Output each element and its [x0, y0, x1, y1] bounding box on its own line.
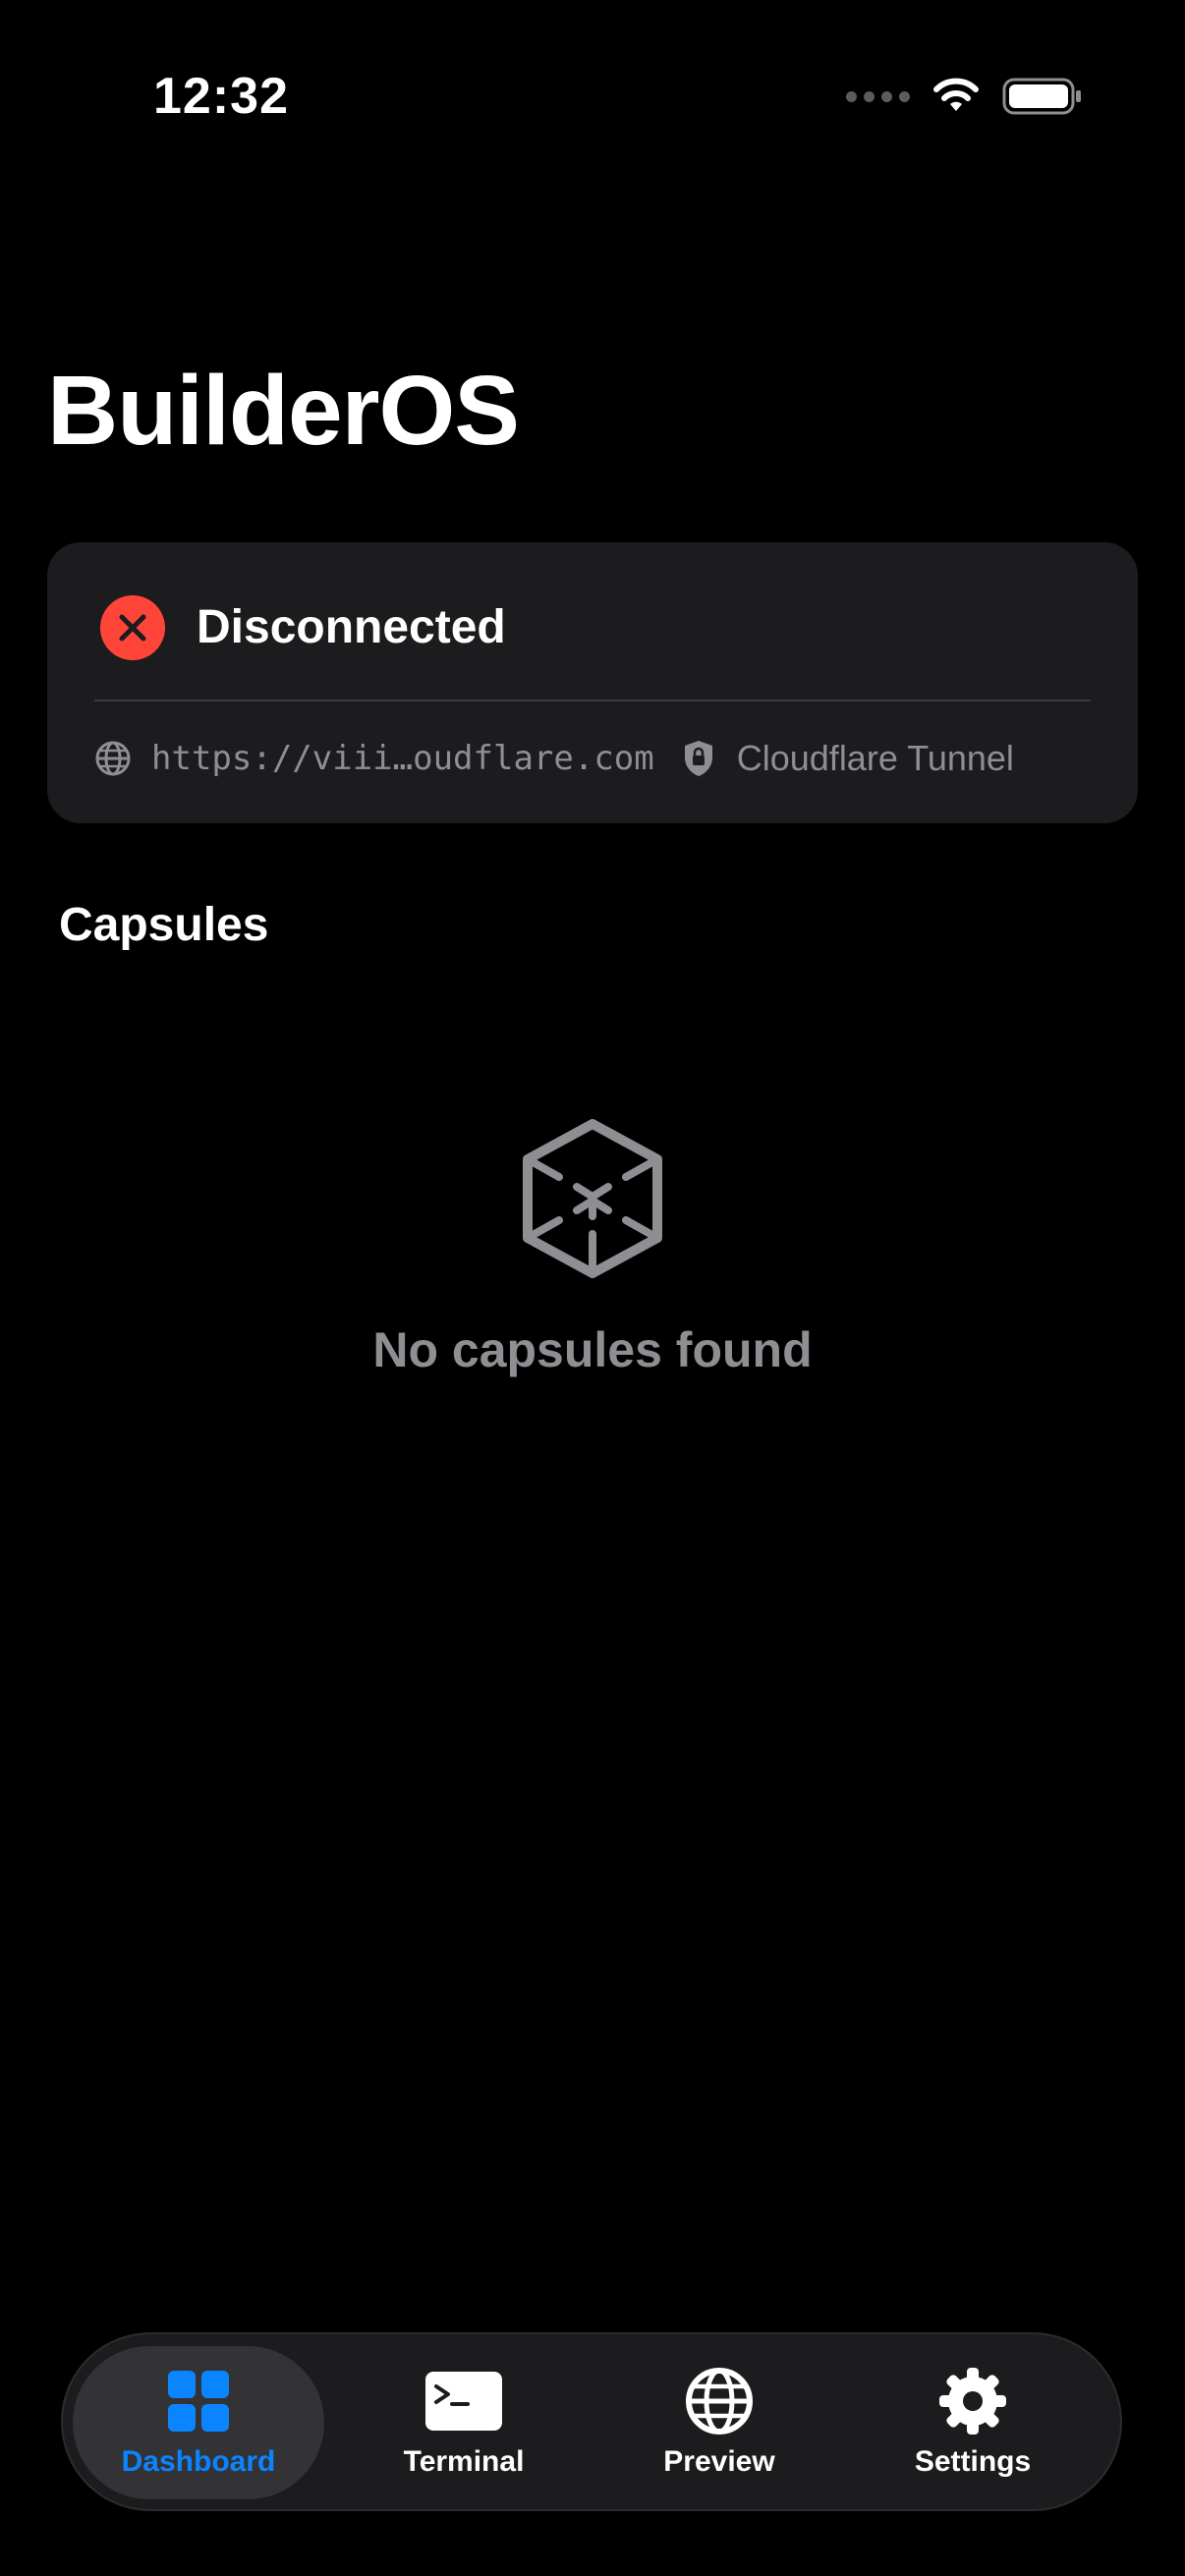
- page-title: BuilderOS: [47, 356, 520, 466]
- tab-label: Dashboard: [121, 2445, 276, 2478]
- cellular-signal-icon: [846, 90, 910, 102]
- status-indicators: [846, 69, 1083, 124]
- tab-bar: Dashboard Terminal Preview Settings: [61, 2332, 1122, 2511]
- tab-terminal[interactable]: Terminal: [338, 2346, 590, 2499]
- lock-shield-icon: [682, 739, 715, 778]
- connection-card[interactable]: Disconnected https://viii…oudflare.com C…: [47, 542, 1138, 823]
- status-bar: 12:32: [0, 0, 1185, 196]
- globe-icon: [685, 2367, 754, 2436]
- empty-box-icon: [520, 1118, 665, 1284]
- server-url: https://viii…oudflare.com: [151, 739, 654, 778]
- tab-dashboard[interactable]: Dashboard: [73, 2346, 324, 2499]
- empty-state-message: No capsules found: [372, 1322, 813, 1377]
- status-time: 12:32: [153, 68, 289, 125]
- tab-label: Terminal: [403, 2445, 525, 2478]
- tab-label: Preview: [663, 2445, 775, 2478]
- tunnel-type-label: Cloudflare Tunnel: [736, 738, 1014, 778]
- connection-details: https://viii…oudflare.com Cloudflare Tun…: [94, 735, 1091, 782]
- connection-status-label: Disconnected: [197, 601, 506, 653]
- wifi-icon: [931, 78, 981, 115]
- tab-label: Settings: [914, 2445, 1032, 2478]
- tab-settings[interactable]: Settings: [847, 2346, 1099, 2499]
- grid-icon: [166, 2367, 231, 2436]
- battery-icon: [1002, 77, 1083, 116]
- globe-icon: [94, 740, 132, 777]
- connection-status: Disconnected: [100, 595, 506, 660]
- divider: [94, 700, 1091, 701]
- capsules-section-title: Capsules: [59, 899, 269, 951]
- terminal-icon: [424, 2367, 503, 2436]
- tab-preview[interactable]: Preview: [593, 2346, 845, 2499]
- error-x-icon: [100, 595, 165, 660]
- gear-icon: [937, 2367, 1008, 2436]
